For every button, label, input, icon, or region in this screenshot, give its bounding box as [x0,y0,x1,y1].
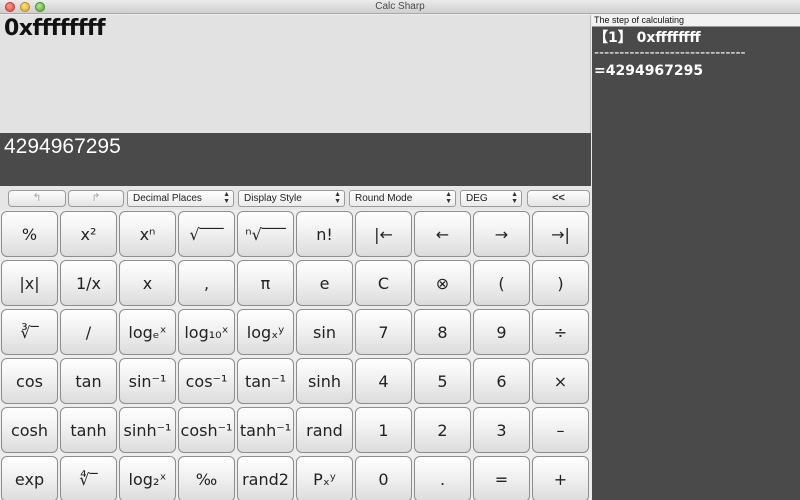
key-row1-5[interactable]: ⁿ√‾‾‾ [237,211,294,257]
key-row2-3[interactable]: x [119,260,176,306]
redo-button[interactable]: ↱ [68,190,124,207]
key-row2-5[interactable]: π [237,260,294,306]
key-row1-4[interactable]: √‾‾‾ [178,211,235,257]
key-row3-7[interactable]: 7 [355,309,412,355]
key-row4-5[interactable]: tan⁻¹ [237,358,294,404]
key-row5-1[interactable]: cosh [1,407,58,453]
key-row4-9[interactable]: 6 [473,358,530,404]
key-row5-2[interactable]: tanh [60,407,117,453]
key-row2-8[interactable]: ⊗ [414,260,471,306]
round-mode-label: Round Mode [355,193,413,204]
key-row6-3[interactable]: log₂ˣ [119,456,176,500]
undo-button[interactable]: ↰ [8,190,66,207]
key-row1-6[interactable]: n! [296,211,353,257]
key-row2-10[interactable]: ) [532,260,589,306]
key-row3-5[interactable]: logₓʸ [237,309,294,355]
select-arrows-icon: ▲ ▼ [445,191,452,205]
display-style-label: Display Style [244,193,302,204]
key-row6-8[interactable]: . [414,456,471,500]
key-row4-10[interactable]: × [532,358,589,404]
key-row3-2[interactable]: / [60,309,117,355]
input-expression: 0xffffffff [4,16,106,41]
key-row3-8[interactable]: 8 [414,309,471,355]
key-row1-1[interactable]: % [1,211,58,257]
decimal-places-label: Decimal Places [133,193,202,204]
key-row6-2[interactable]: ∜‾ [60,456,117,500]
key-row5-6[interactable]: rand [296,407,353,453]
key-row2-9[interactable]: ( [473,260,530,306]
key-row5-4[interactable]: cosh⁻¹ [178,407,235,453]
key-row5-5[interactable]: tanh⁻¹ [237,407,294,453]
key-row5-9[interactable]: 3 [473,407,530,453]
display-style-select[interactable]: Display Style ▲ ▼ [238,190,345,207]
key-row2-4[interactable]: , [178,260,235,306]
steps-header: The step of calculating [592,15,800,27]
step-result: =4294967295 [594,63,704,79]
key-row5-8[interactable]: 2 [414,407,471,453]
options-toolbar: ↰ ↱ Decimal Places ▲ ▼ Display Style ▲ ▼ R… [0,186,591,210]
key-row6-4[interactable]: ‰ [178,456,235,500]
step-separator: ------------------------------ [594,45,746,61]
key-row4-2[interactable]: tan [60,358,117,404]
key-row6-6[interactable]: Pₓʸ [296,456,353,500]
key-row3-3[interactable]: logₑˣ [119,309,176,355]
key-row1-9[interactable]: → [473,211,530,257]
key-row4-3[interactable]: sin⁻¹ [119,358,176,404]
key-row1-2[interactable]: x² [60,211,117,257]
select-arrows-icon: ▲ ▼ [223,191,230,205]
key-row3-9[interactable]: 9 [473,309,530,355]
key-row5-3[interactable]: sinh⁻¹ [119,407,176,453]
round-mode-select[interactable]: Round Mode ▲ ▼ [349,190,456,207]
key-row6-10[interactable]: + [532,456,589,500]
key-row4-6[interactable]: sinh [296,358,353,404]
keypad: % x² xⁿ √‾‾‾ ⁿ√‾‾‾ n! |← ← → →| |x| 1/x x, π e C ⊗() ∛‾ / l… [0,210,591,500]
key-row6-7[interactable]: 0 [355,456,412,500]
title-bar: Calc Sharp [0,0,800,14]
angle-mode-select[interactable]: DEG ▲ ▼ [460,190,522,207]
result-display: 4294967295 [0,133,591,186]
key-row3-4[interactable]: log₁₀ˣ [178,309,235,355]
key-row6-9[interactable]: = [473,456,530,500]
key-row1-8[interactable]: ← [414,211,471,257]
select-arrows-icon: ▲ ▼ [334,191,341,205]
key-row1-3[interactable]: xⁿ [119,211,176,257]
key-row3-10[interactable]: ÷ [532,309,589,355]
key-row2-2[interactable]: 1/x [60,260,117,306]
key-row3-1[interactable]: ∛‾ [1,309,58,355]
input-display[interactable]: 0xffffffff [0,15,591,133]
key-row5-7[interactable]: 1 [355,407,412,453]
key-row2-7[interactable]: C [355,260,412,306]
select-arrows-icon: ▲ ▼ [511,191,518,205]
steps-panel: The step of calculating 【1】 0xffffffff -… [592,15,800,500]
key-row6-5[interactable]: rand2 [237,456,294,500]
key-row4-4[interactable]: cos⁻¹ [178,358,235,404]
key-row3-6[interactable]: sin [296,309,353,355]
decimal-places-select[interactable]: Decimal Places ▲ ▼ [127,190,234,207]
step-expression: 【1】 0xffffffff [594,30,701,46]
collapse-panel-button[interactable]: << [527,190,590,207]
key-row2-1[interactable]: |x| [1,260,58,306]
key-row1-7[interactable]: |← [355,211,412,257]
result-value: 4294967295 [4,135,121,158]
key-row4-1[interactable]: cos [1,358,58,404]
key-row6-1[interactable]: exp [1,456,58,500]
key-row4-7[interactable]: 4 [355,358,412,404]
key-row5-10[interactable]: – [532,407,589,453]
key-row1-10[interactable]: →| [532,211,589,257]
key-row2-6[interactable]: e [296,260,353,306]
angle-mode-label: DEG [466,193,488,204]
key-row4-8[interactable]: 5 [414,358,471,404]
window-title: Calc Sharp [375,1,425,12]
